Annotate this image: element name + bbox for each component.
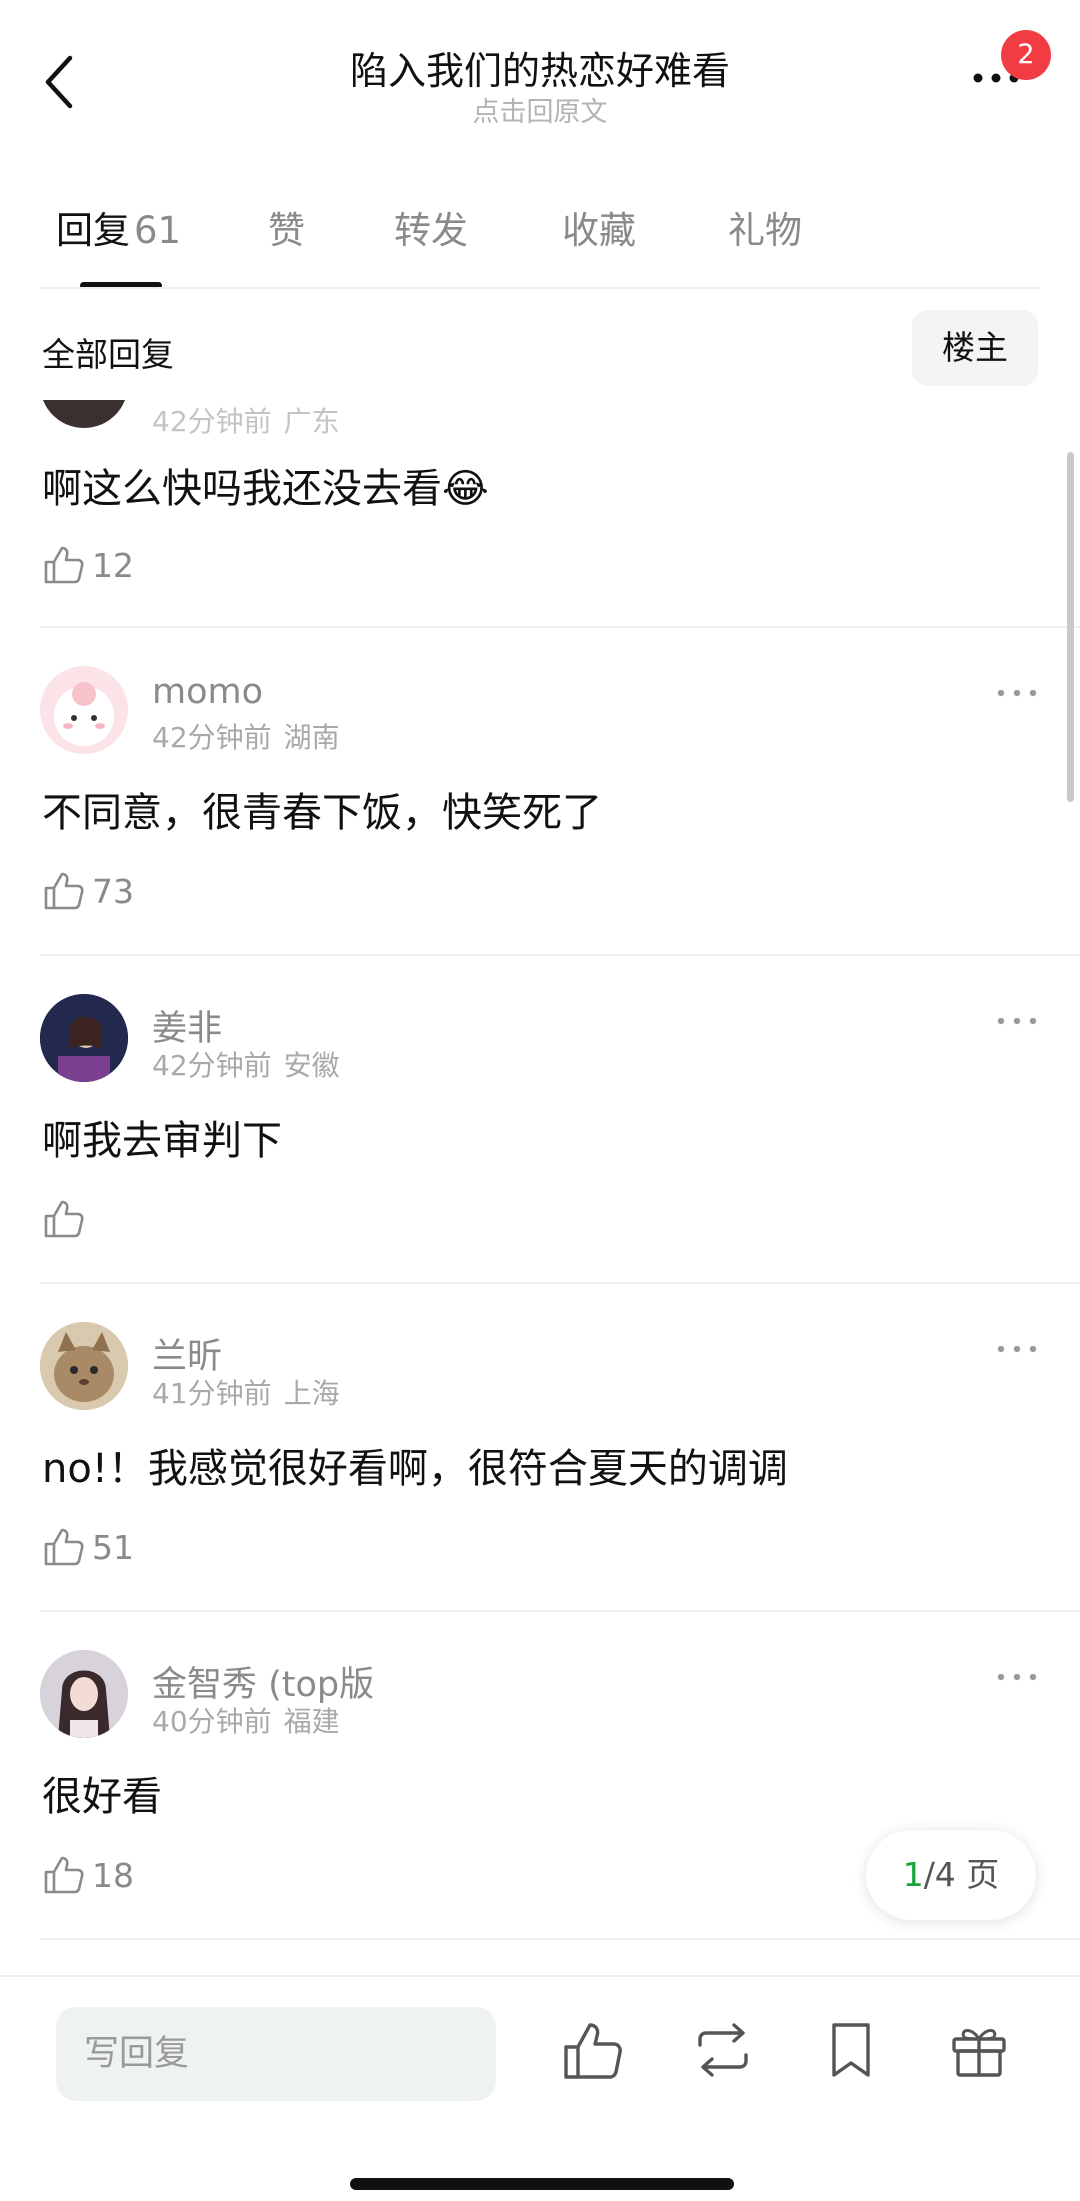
like-button[interactable]: 18	[42, 1852, 162, 1902]
tab-label: 回复	[56, 209, 130, 252]
avatar[interactable]	[40, 1650, 128, 1738]
like-button[interactable]: 12	[42, 542, 162, 592]
like-button[interactable]: 51	[42, 1524, 162, 1574]
comment-divider	[40, 1938, 1080, 1940]
comment-text: 啊我去审判下	[42, 1118, 282, 1164]
notification-badge: 2	[1001, 30, 1051, 80]
comment-location: 上海	[283, 1377, 340, 1410]
comment-meta: 40分钟前 福建	[152, 1700, 340, 1740]
comment-text: 啊这么快吗我还没去看😂	[42, 466, 489, 512]
avatar-image	[40, 1322, 128, 1410]
comment-time: 42分钟前	[152, 405, 272, 438]
comment-meta: 41分钟前 上海	[152, 1372, 340, 1412]
tab-label: 转发	[394, 209, 468, 252]
comment-divider	[40, 1282, 1080, 1284]
like-count: 18	[92, 1856, 134, 1895]
comment-time: 42分钟前	[152, 721, 272, 754]
current-page: 1	[902, 1855, 924, 1894]
gift-icon[interactable]	[946, 2017, 1012, 2083]
tab-label: 收藏	[562, 209, 636, 252]
bookmark-icon[interactable]	[818, 2017, 884, 2083]
like-count: 51	[92, 1528, 134, 1567]
thumbs-up-icon	[44, 1856, 84, 1894]
avatar[interactable]	[40, 400, 128, 428]
comment-divider	[40, 626, 1080, 628]
like-button[interactable]	[42, 1196, 102, 1246]
comment-list: 42分钟前 广东 啊这么快吗我还没去看😂 12 momo 42分钟前 湖南 不同…	[0, 400, 1080, 1975]
avatar[interactable]	[40, 1322, 128, 1410]
thumbs-up-icon	[44, 1528, 84, 1566]
comment-more-icon[interactable]	[995, 1670, 1039, 1684]
tab-likes[interactable]: 赞	[268, 200, 305, 254]
comment-text: 很好看	[42, 1774, 162, 1820]
tabs-divider	[40, 287, 1040, 289]
like-icon[interactable]	[560, 2017, 626, 2083]
repost-icon[interactable]	[690, 2017, 756, 2083]
page-indicator[interactable]: 1/4 页	[866, 1830, 1036, 1920]
tab-favorites[interactable]: 收藏	[562, 200, 636, 254]
avatar-image	[40, 994, 128, 1082]
comment-more-icon[interactable]	[995, 1342, 1039, 1356]
comment-time: 41分钟前	[152, 1377, 272, 1410]
home-indicator	[350, 2178, 734, 2190]
total-pages: /4 页	[923, 1855, 1000, 1894]
avatar[interactable]	[40, 994, 128, 1082]
comment-text: no!！我感觉很好看啊，很符合夏天的调调	[42, 1446, 788, 1492]
comment-time: 42分钟前	[152, 1049, 272, 1082]
tab-reposts[interactable]: 转发	[394, 200, 468, 254]
comment-location: 湖南	[283, 721, 340, 754]
scrollbar[interactable]	[1067, 452, 1074, 802]
comment-more-icon[interactable]	[995, 1014, 1039, 1028]
tab-gifts[interactable]: 礼物	[728, 200, 802, 254]
comment-meta: 42分钟前 广东	[152, 400, 340, 440]
comment-meta: 42分钟前 湖南	[152, 716, 340, 756]
thumbs-up-icon	[44, 872, 84, 910]
thumbs-up-icon	[44, 546, 84, 584]
tab-count: 61	[134, 209, 182, 252]
reply-input[interactable]: 写回复	[56, 2007, 496, 2101]
reaction-tabs: 回复 61 赞 转发 收藏 礼物	[0, 200, 1080, 280]
comment-time: 40分钟前	[152, 1705, 272, 1738]
all-replies-heading: 全部回复	[42, 335, 174, 374]
comment-text: 不同意，很青春下饭，快笑死了	[42, 790, 602, 836]
page-title: 陷入我们的热恋好难看	[349, 49, 730, 93]
avatar-image	[40, 1650, 128, 1738]
comment-location: 广东	[283, 405, 340, 438]
op-only-button[interactable]: 楼主	[912, 310, 1038, 386]
post-replies-page: 陷入我们的热恋好难看 点击回原文 2 回复 61 赞 转发 收藏 礼物 全部回复 …	[0, 0, 1080, 2201]
avatar[interactable]	[40, 666, 128, 754]
tab-label: 赞	[268, 209, 305, 252]
comment-author[interactable]: momo	[152, 672, 263, 712]
like-count: 12	[92, 546, 134, 585]
thumbs-up-icon	[44, 1200, 84, 1238]
comment-location: 福建	[283, 1705, 340, 1738]
like-button[interactable]: 73	[42, 868, 162, 918]
tab-label: 礼物	[728, 209, 802, 252]
bottom-action-bar: 写回复	[0, 1975, 1080, 2201]
comment-meta: 42分钟前 安徽	[152, 1044, 340, 1084]
avatar-image	[54, 682, 114, 746]
like-count: 73	[92, 872, 134, 911]
comment-more-icon[interactable]	[995, 686, 1039, 700]
comment-location: 安徽	[283, 1049, 340, 1082]
tab-replies[interactable]: 回复 61	[56, 200, 181, 254]
view-original-link[interactable]: 点击回原文	[0, 90, 1080, 129]
comment-divider	[40, 954, 1080, 956]
comment-divider	[40, 1610, 1080, 1612]
